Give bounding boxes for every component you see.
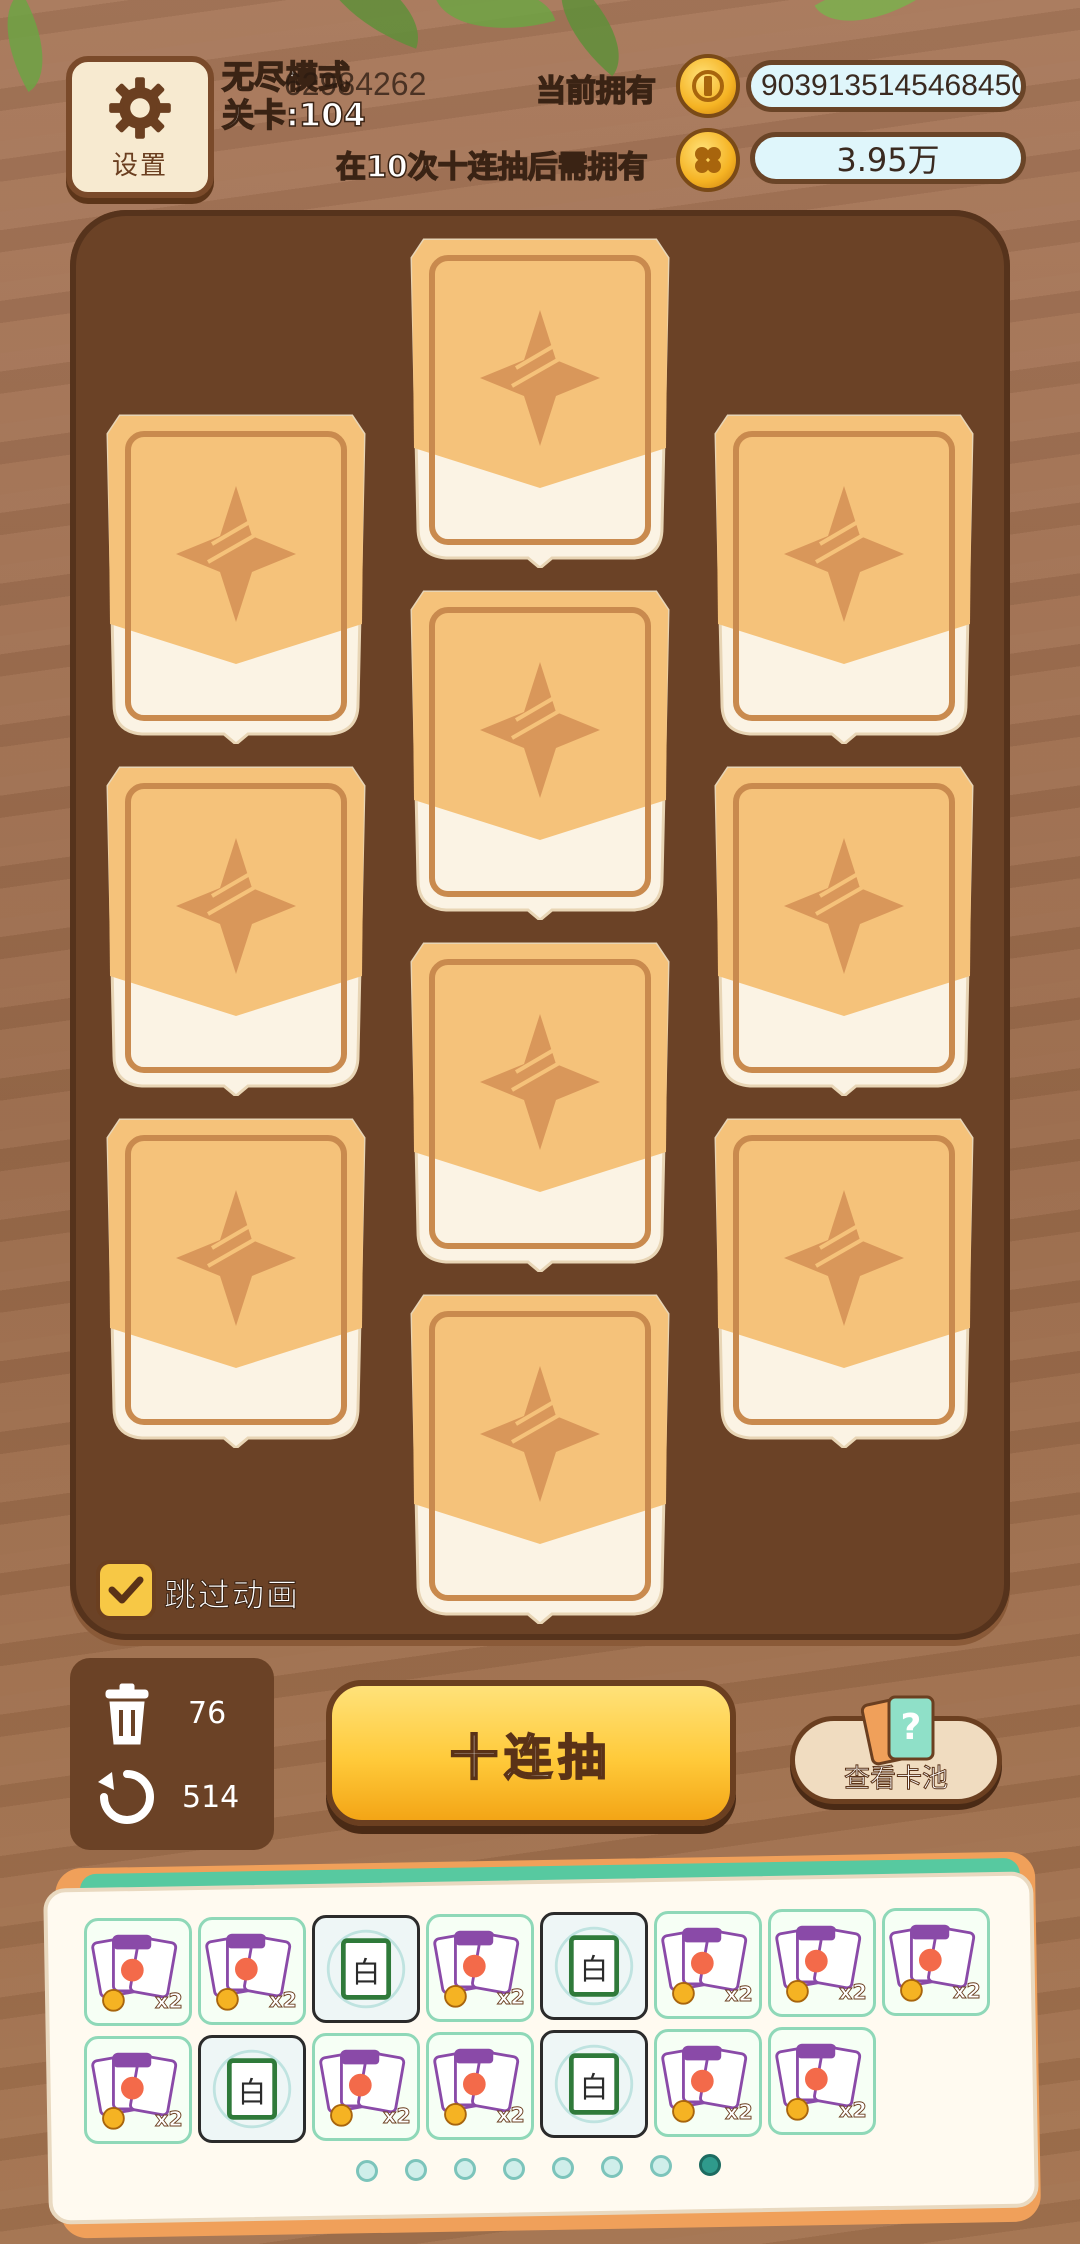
svg-text:白: 白 xyxy=(352,1956,380,1989)
mahjong-tile-item[interactable]: 白 xyxy=(540,1912,648,2020)
gear-icon xyxy=(109,76,171,139)
face-down-card[interactable] xyxy=(708,1108,980,1448)
svg-text:x2: x2 xyxy=(725,2099,753,2123)
svg-text:白: 白 xyxy=(238,2076,266,2109)
svg-text:x2: x2 xyxy=(269,1987,297,2011)
view-pool-label: 查看卡池 xyxy=(843,1764,948,1795)
card-pack-item[interactable]: x2 xyxy=(768,1909,876,2017)
refresh-count: 514 xyxy=(182,1780,240,1815)
card-pack-item[interactable]: x2 xyxy=(84,1918,192,2026)
leaf-decoration xyxy=(303,0,437,49)
mahjong-tile-item[interactable]: 白 xyxy=(198,2034,306,2143)
card-pack-item[interactable]: x2 xyxy=(198,1916,306,2025)
settings-label: 设置 xyxy=(111,150,168,181)
svg-text:x2: x2 xyxy=(839,1980,867,2004)
card-pack-item[interactable]: x2 xyxy=(426,2031,534,2140)
face-down-card[interactable] xyxy=(708,404,980,744)
skip-animation-label: 跳过动画 xyxy=(163,1576,301,1615)
mahjong-tile-item[interactable]: 白 xyxy=(540,2030,648,2138)
svg-text:x2: x2 xyxy=(497,1984,525,2008)
svg-text:白: 白 xyxy=(580,1953,608,1986)
check-icon xyxy=(108,1576,144,1604)
svg-text:x2: x2 xyxy=(383,2104,411,2128)
leaf-decoration xyxy=(814,0,916,46)
card-pack-item[interactable]: x2 xyxy=(426,1913,534,2022)
card-pack-item[interactable]: x2 xyxy=(768,2027,876,2135)
page-dot[interactable] xyxy=(552,2156,574,2179)
ten-draw-button[interactable]: 十连抽 xyxy=(326,1680,736,1826)
leaf-decoration xyxy=(0,0,67,92)
page-dot[interactable] xyxy=(503,2157,525,2180)
card-pack-item[interactable]: x2 xyxy=(312,2033,420,2141)
face-down-card[interactable] xyxy=(100,756,372,1096)
clover-coin-icon xyxy=(676,128,740,192)
svg-text:x2: x2 xyxy=(839,2098,867,2122)
page-dot[interactable] xyxy=(601,2156,623,2178)
overflow-number: 62984262 xyxy=(284,66,427,102)
skip-animation-checkbox[interactable] xyxy=(96,1560,156,1620)
svg-text:x2: x2 xyxy=(155,1989,183,2013)
card-pack-item[interactable]: x2 xyxy=(882,1907,990,2016)
counter-panel: 76 514 xyxy=(70,1658,274,1850)
card-pack-item[interactable]: x2 xyxy=(654,2028,762,2137)
page-dot[interactable] xyxy=(356,2160,378,2182)
trash-icon[interactable] xyxy=(92,1680,162,1750)
required-value: 3.95万 xyxy=(750,132,1026,184)
card-pack-item[interactable]: x2 xyxy=(84,2036,192,2144)
svg-text:x2: x2 xyxy=(953,1978,981,2002)
leaf-decoration xyxy=(535,0,645,77)
card-pack-item[interactable]: x2 xyxy=(654,1910,762,2019)
face-down-card[interactable] xyxy=(100,1108,372,1448)
svg-text:?: ? xyxy=(901,1707,922,1748)
svg-text:x2: x2 xyxy=(725,1981,753,2005)
required-label: 在10次十连抽后需拥有 xyxy=(335,149,648,186)
leaf-decoration xyxy=(434,0,556,50)
svg-text:x2: x2 xyxy=(155,2107,183,2131)
svg-text:x2: x2 xyxy=(497,2102,525,2126)
settings-button[interactable]: 设置 xyxy=(66,56,214,198)
discard-count: 76 xyxy=(188,1696,227,1731)
face-down-card[interactable] xyxy=(404,580,676,920)
face-down-card[interactable] xyxy=(404,932,676,1272)
coin-icon xyxy=(676,54,740,118)
face-down-card[interactable] xyxy=(100,404,372,744)
current-owned-label: 当前拥有 xyxy=(535,73,657,110)
svg-text:白: 白 xyxy=(580,2071,608,2104)
current-owned-value: 9039135145468450997120 xyxy=(746,60,1026,112)
view-pool-button[interactable]: ? 查看卡池 xyxy=(790,1695,1002,1804)
face-down-card[interactable] xyxy=(404,1284,676,1624)
refresh-icon[interactable] xyxy=(94,1764,160,1830)
face-down-card[interactable] xyxy=(404,228,676,568)
face-down-card[interactable] xyxy=(708,756,980,1096)
mahjong-tile-item[interactable]: 白 xyxy=(312,1915,420,2023)
game-screen: { "hud": { "settings_label": "设置", "mode… xyxy=(0,0,1080,2244)
